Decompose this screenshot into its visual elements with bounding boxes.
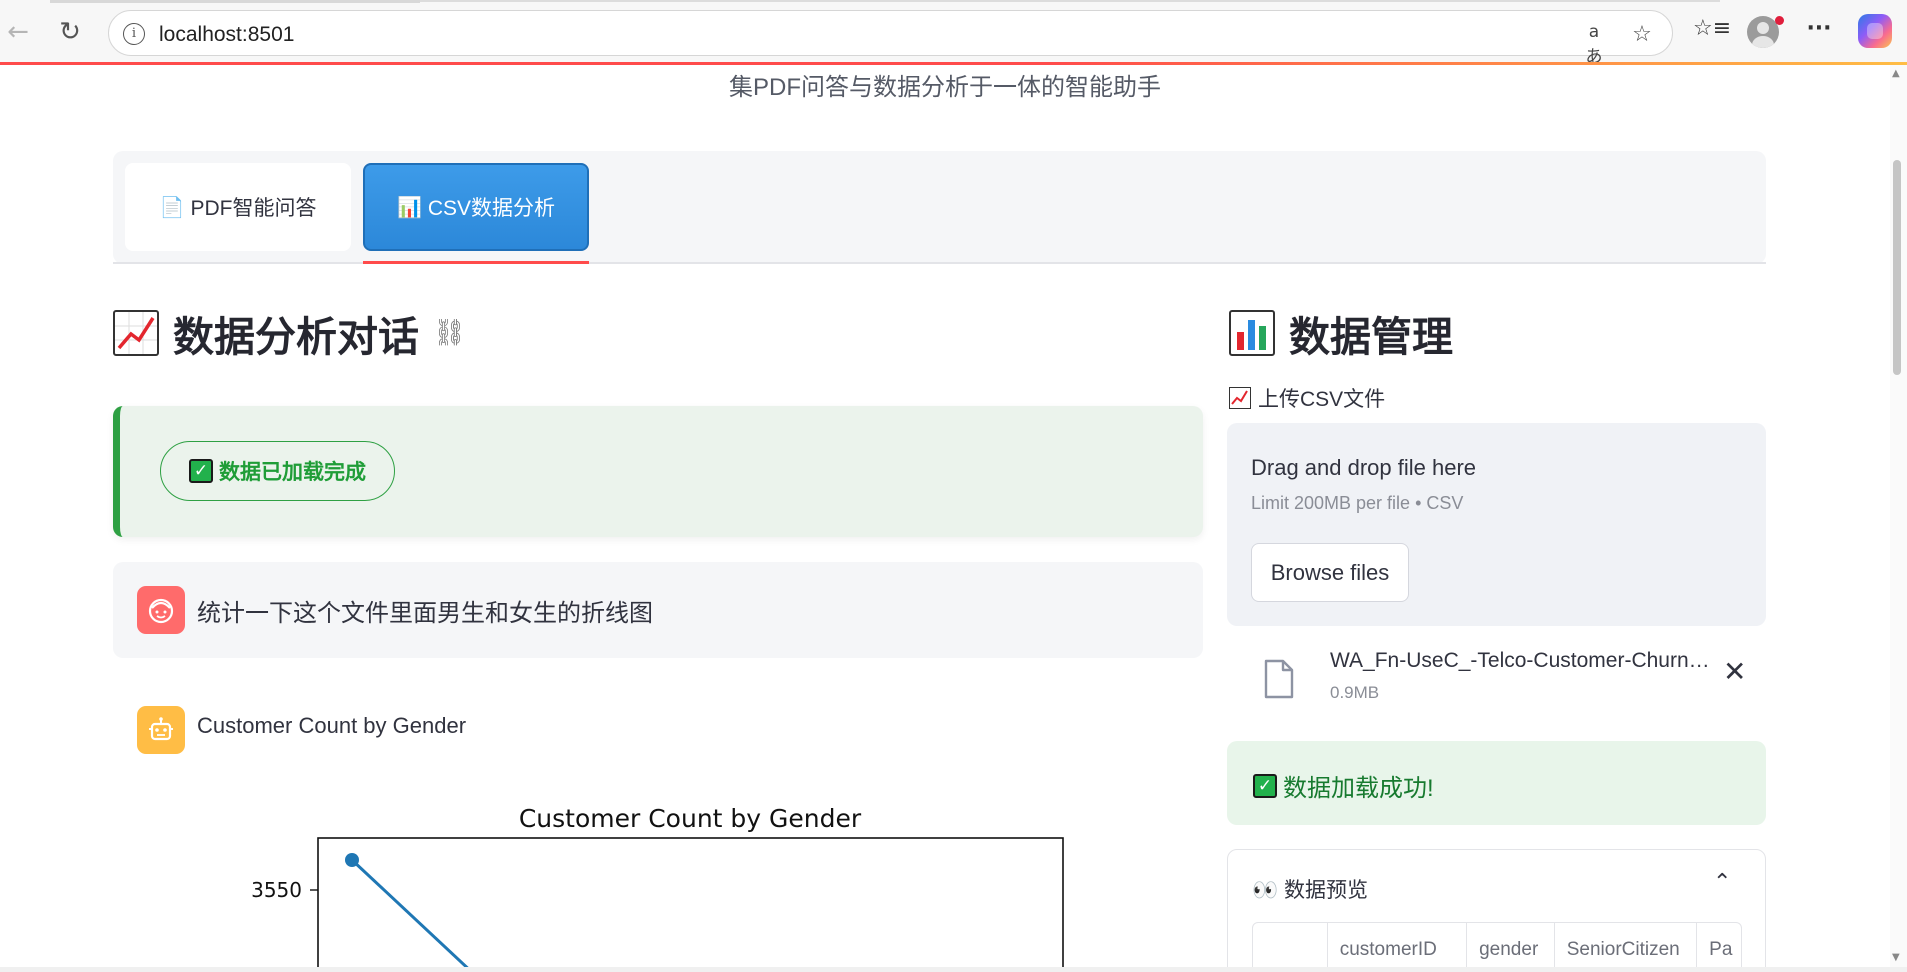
uploaded-file-row: WA_Fn-UseC_-Telco-Customer-Churn.csv 0.9… <box>1227 641 1766 717</box>
line-chart: Customer Count by Gender 3550 <box>230 804 1130 967</box>
bar-chart-icon <box>1229 310 1275 356</box>
back-icon[interactable]: ← <box>0 14 36 50</box>
anchor-link-icon[interactable]: ⛓ <box>433 318 466 348</box>
status-pill-label: 数据已加载完成 <box>219 461 366 484</box>
tab-bar: 📄 PDF智能问答 📊 CSV数据分析 <box>113 151 1766 264</box>
table-header-cell[interactable]: SeniorCitizen <box>1555 923 1698 967</box>
load-success-alert: ✓ 数据加载成功! <box>1227 741 1766 825</box>
check-mark-icon: ✓ <box>189 459 213 483</box>
tab-csv-analysis[interactable]: 📊 CSV数据分析 <box>363 163 589 251</box>
tab-strip-edge <box>420 0 1720 2</box>
chat-title: 数据分析对话 <box>173 314 419 360</box>
eyes-icon: 👀 <box>1252 879 1279 902</box>
user-avatar-icon <box>137 586 185 634</box>
chart-plot-area <box>317 837 1064 967</box>
assistant-avatar-icon <box>137 706 185 754</box>
load-success-text: 数据加载成功! <box>1283 775 1434 802</box>
user-message-text: 统计一下这个文件里面男生和女生的折线图 <box>197 600 653 627</box>
document-icon: 📄 <box>159 196 185 219</box>
table-header-cell[interactable]: gender <box>1467 923 1555 967</box>
tab-pdf-qa[interactable]: 📄 PDF智能问答 <box>125 163 351 251</box>
data-preview-title: 数据预览 <box>1284 879 1368 902</box>
data-loaded-alert: ✓ 数据已加载完成 <box>113 406 1203 537</box>
assistant-message-text: Customer Count by Gender <box>197 713 467 738</box>
window-bottom-edge <box>0 967 1907 972</box>
refresh-icon[interactable]: ↻ <box>52 14 88 50</box>
browse-files-button[interactable]: Browse files <box>1251 543 1409 602</box>
scrollbar-thumb[interactable] <box>1893 160 1901 375</box>
chart-title: Customer Count by Gender <box>519 805 862 833</box>
table-header-cell[interactable]: customerID <box>1328 923 1468 967</box>
preview-table: customerID gender SeniorCitizen Pa <box>1252 922 1742 967</box>
app-subtitle: 集PDF问答与数据分析于一体的智能助手 <box>729 74 1161 101</box>
tab-label: CSV数据分析 <box>427 197 556 220</box>
upload-label-text: 上传CSV文件 <box>1258 388 1386 411</box>
tab-strip-edge <box>50 0 420 3</box>
tab-divider <box>113 262 1766 264</box>
data-preview-header[interactable]: 👀 数据预览 <box>1252 874 1368 904</box>
favorites-icon[interactable]: ☆≡ <box>1693 16 1731 48</box>
bar-chart-icon: 📊 <box>396 196 422 219</box>
scroll-up-arrow-icon[interactable]: ▲ <box>1892 68 1900 79</box>
file-dropzone[interactable]: Drag and drop file here Limit 200MB per … <box>1227 423 1766 626</box>
check-mark-icon: ✓ <box>1253 773 1277 798</box>
remove-file-icon[interactable]: ✕ <box>1723 655 1746 688</box>
browser-chrome: ← ↻ i localhost:8501 aあ ☆ ☆≡ ··· <box>0 0 1907 67</box>
active-tab-indicator <box>363 261 589 264</box>
favorite-star-icon[interactable]: ☆ <box>1629 22 1655 47</box>
upload-label: 上传CSV文件 <box>1229 383 1385 413</box>
table-header-cell[interactable]: Pa <box>1697 923 1741 967</box>
chat-heading: 数据分析对话 ⛓ <box>113 305 466 361</box>
data-preview-expander[interactable]: 👀 数据预览 ⌃ customerID gender SeniorCitizen… <box>1227 849 1766 967</box>
app-page: 集PDF问答与数据分析于一体的智能助手 📄 PDF智能问答 📊 CSV数据分析 … <box>0 65 1890 967</box>
chart-increasing-icon <box>113 310 159 356</box>
file-icon <box>1264 659 1294 699</box>
chevron-up-icon[interactable]: ⌃ <box>1713 870 1731 895</box>
table-header-cell[interactable] <box>1253 923 1328 967</box>
copilot-icon[interactable] <box>1858 14 1892 48</box>
status-pill: ✓ 数据已加载完成 <box>160 441 395 501</box>
file-name: WA_Fn-UseC_-Telco-Customer-Churn.csv <box>1330 649 1712 672</box>
line-chart-svg: Customer Count by Gender 3550 <box>251 804 1064 967</box>
data-point <box>345 853 359 867</box>
tab-label: PDF智能问答 <box>190 197 317 220</box>
url-text[interactable]: localhost:8501 <box>159 23 294 47</box>
scroll-down-arrow-icon[interactable]: ▼ <box>1892 952 1900 963</box>
y-tick-label: 3550 <box>251 878 302 902</box>
dropzone-limit: Limit 200MB per file • CSV <box>1251 493 1464 513</box>
translate-icon[interactable]: aあ <box>1581 22 1607 67</box>
file-size: 0.9MB <box>1330 683 1380 702</box>
data-panel-heading: 数据管理 <box>1229 305 1453 361</box>
profile-notification-dot <box>1775 16 1784 25</box>
address-bar[interactable]: i localhost:8501 aあ ☆ <box>108 10 1673 67</box>
data-panel-title: 数据管理 <box>1289 314 1453 360</box>
dropzone-title: Drag and drop file here <box>1251 455 1477 480</box>
chart-increasing-icon <box>1229 387 1251 409</box>
user-chat-message: 统计一下这个文件里面男生和女生的折线图 <box>113 562 1203 658</box>
more-menu-icon[interactable]: ··· <box>1803 16 1835 48</box>
info-icon[interactable]: i <box>123 23 145 45</box>
